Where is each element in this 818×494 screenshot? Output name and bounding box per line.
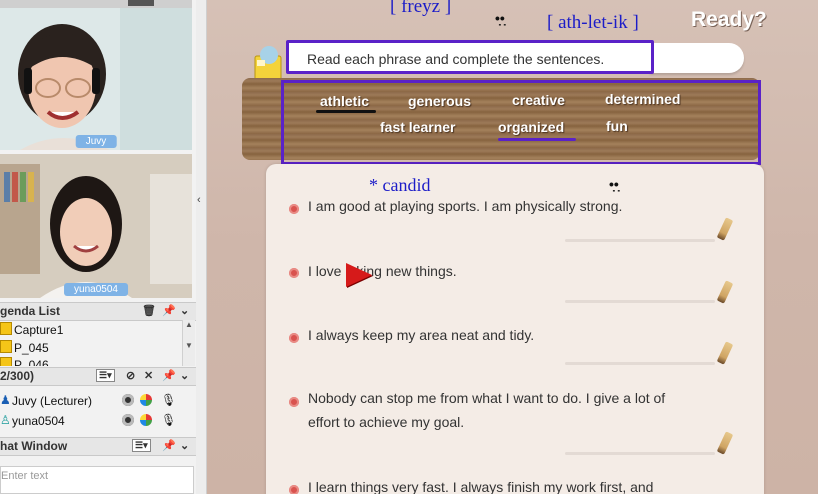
user-row-student[interactable]: ♙ yuna0504 🎙 — [0, 413, 196, 431]
answer-line-3[interactable] — [565, 362, 715, 365]
instruction-banner-tail — [650, 43, 744, 73]
pin-icon[interactable]: 📌 — [162, 439, 176, 452]
question-4-line-1: Nobody can stop me from what I want to d… — [308, 390, 666, 406]
instruction-text: Read each phrase and complete the senten… — [307, 51, 605, 67]
chat-window-header: hat Window ☰▾ 📌 ⌄ — [0, 437, 196, 456]
annotation-freyz: [ freyz ] — [390, 0, 452, 17]
user-name: yuna0504 — [12, 414, 65, 428]
pin-icon[interactable]: 📌 — [162, 369, 176, 382]
question-bullet — [289, 333, 299, 343]
video-feed-student: yuna0504 — [0, 154, 192, 298]
word-fast-learner: fast learner — [380, 119, 456, 135]
chevron-down-icon[interactable]: ⌄ — [180, 369, 189, 382]
file-icon — [0, 357, 12, 366]
palette-icon[interactable] — [140, 394, 152, 406]
ready-heading: Ready? — [691, 8, 767, 31]
chat-input[interactable]: Enter text — [0, 466, 194, 494]
trash-icon[interactable]: 🗑 — [142, 304, 156, 317]
agenda-list-header: genda List 🗑 📌 ⌄ — [0, 302, 196, 321]
instruction-banner: Read each phrase and complete the senten… — [286, 40, 654, 74]
lecturer-video-image — [0, 8, 192, 150]
question-4-line-2: effort to achieve my goal. — [308, 414, 465, 430]
webcam-icon[interactable] — [122, 414, 134, 426]
agenda-list-title: genda List — [0, 304, 61, 318]
word-athletic: athletic — [320, 93, 370, 109]
lecturer-name-tag: Juvy — [75, 135, 117, 148]
annotation-candid: * candid — [369, 175, 431, 195]
chat-input-placeholder: Enter text — [1, 470, 49, 482]
question-bullet — [289, 268, 299, 278]
users-header: 2/300) ☰▾ ⊘ ✕ 📌 ⌄ — [0, 367, 196, 386]
word-fun: fun — [606, 118, 628, 134]
student-name-tag: yuna0504 — [64, 283, 128, 296]
question-bullet — [289, 397, 299, 407]
agenda-scrollbar[interactable]: ▲ ▼ — [182, 320, 195, 366]
lecturer-icon: ♟ — [0, 393, 11, 407]
mute-icon[interactable]: ⊘ — [126, 369, 135, 382]
question-bullet — [289, 485, 299, 494]
word-organized: organized — [498, 119, 565, 135]
question-bullet — [289, 204, 299, 214]
word-generous: generous — [408, 93, 472, 109]
underline-athletic — [316, 110, 376, 113]
word-creative: creative — [512, 92, 565, 108]
answer-line-2[interactable] — [565, 300, 715, 303]
list-view-icon[interactable]: ☰▾ — [96, 369, 115, 382]
user-name: Juvy (Lecturer) — [12, 394, 93, 408]
chevron-left-icon[interactable]: ‹ — [197, 194, 201, 206]
agenda-item-label: Capture1 — [14, 323, 64, 337]
student-video-image — [0, 154, 192, 298]
answer-line-4[interactable] — [565, 452, 715, 455]
scribble-mark: •̣•̣ — [495, 10, 505, 26]
chevron-down-icon[interactable]: ⌄ — [180, 439, 189, 452]
word-determined: determined — [605, 91, 681, 107]
file-icon — [0, 340, 12, 353]
palette-icon[interactable] — [140, 414, 152, 426]
student-icon: ♙ — [0, 413, 11, 427]
users-count: 2/300) — [0, 369, 35, 383]
list-view-icon[interactable]: ☰▾ — [132, 439, 151, 452]
user-row-lecturer[interactable]: ♟ Juvy (Lecturer) 🎙 — [0, 393, 196, 411]
pin-icon[interactable]: 📌 — [162, 304, 176, 317]
pointer-cursor-icon — [346, 263, 372, 287]
underline-organized — [498, 138, 576, 141]
left-panel: Juvy yuna0504 genda List 🗑 📌 ⌄ Capture1 … — [0, 0, 197, 494]
agenda-item[interactable]: P_045 — [0, 340, 180, 356]
panel-collapse-handle[interactable]: ‹ — [196, 0, 207, 494]
mic-off-icon[interactable]: ✕ — [144, 369, 153, 382]
question-2: I love ʼaking new things. — [308, 263, 457, 279]
scribble-mark: •̣•̣ — [609, 176, 619, 192]
annotation-athletik: [ ath-let-ik ] — [547, 12, 639, 33]
answer-line-1[interactable] — [565, 239, 715, 242]
panel-top-strip — [0, 0, 192, 8]
agenda-item-label: P_045 — [14, 341, 49, 355]
agenda-item-label: P_046 — [14, 358, 49, 366]
question-1: I am good at playing sports. I am physic… — [308, 198, 623, 214]
webcam-icon[interactable] — [122, 394, 134, 406]
agenda-item[interactable]: Capture1 — [0, 322, 180, 338]
question-3: I always keep my area neat and tidy. — [308, 327, 535, 343]
microphone-icon[interactable]: 🎙 — [161, 413, 176, 427]
book-icon — [254, 46, 282, 81]
video-feed-lecturer: Juvy — [0, 8, 192, 150]
microphone-icon[interactable]: 🎙 — [161, 393, 176, 407]
agenda-item[interactable]: P_046 — [0, 357, 180, 366]
file-icon — [0, 322, 12, 335]
lesson-page: [ freyz ] •̣•̣ [ ath-let-ik ] Ready? Rea… — [207, 0, 818, 494]
question-5: I learn things very fast. I always finis… — [308, 479, 654, 494]
chat-window-title: hat Window — [0, 439, 68, 453]
chevron-down-icon[interactable]: ⌄ — [180, 304, 189, 317]
